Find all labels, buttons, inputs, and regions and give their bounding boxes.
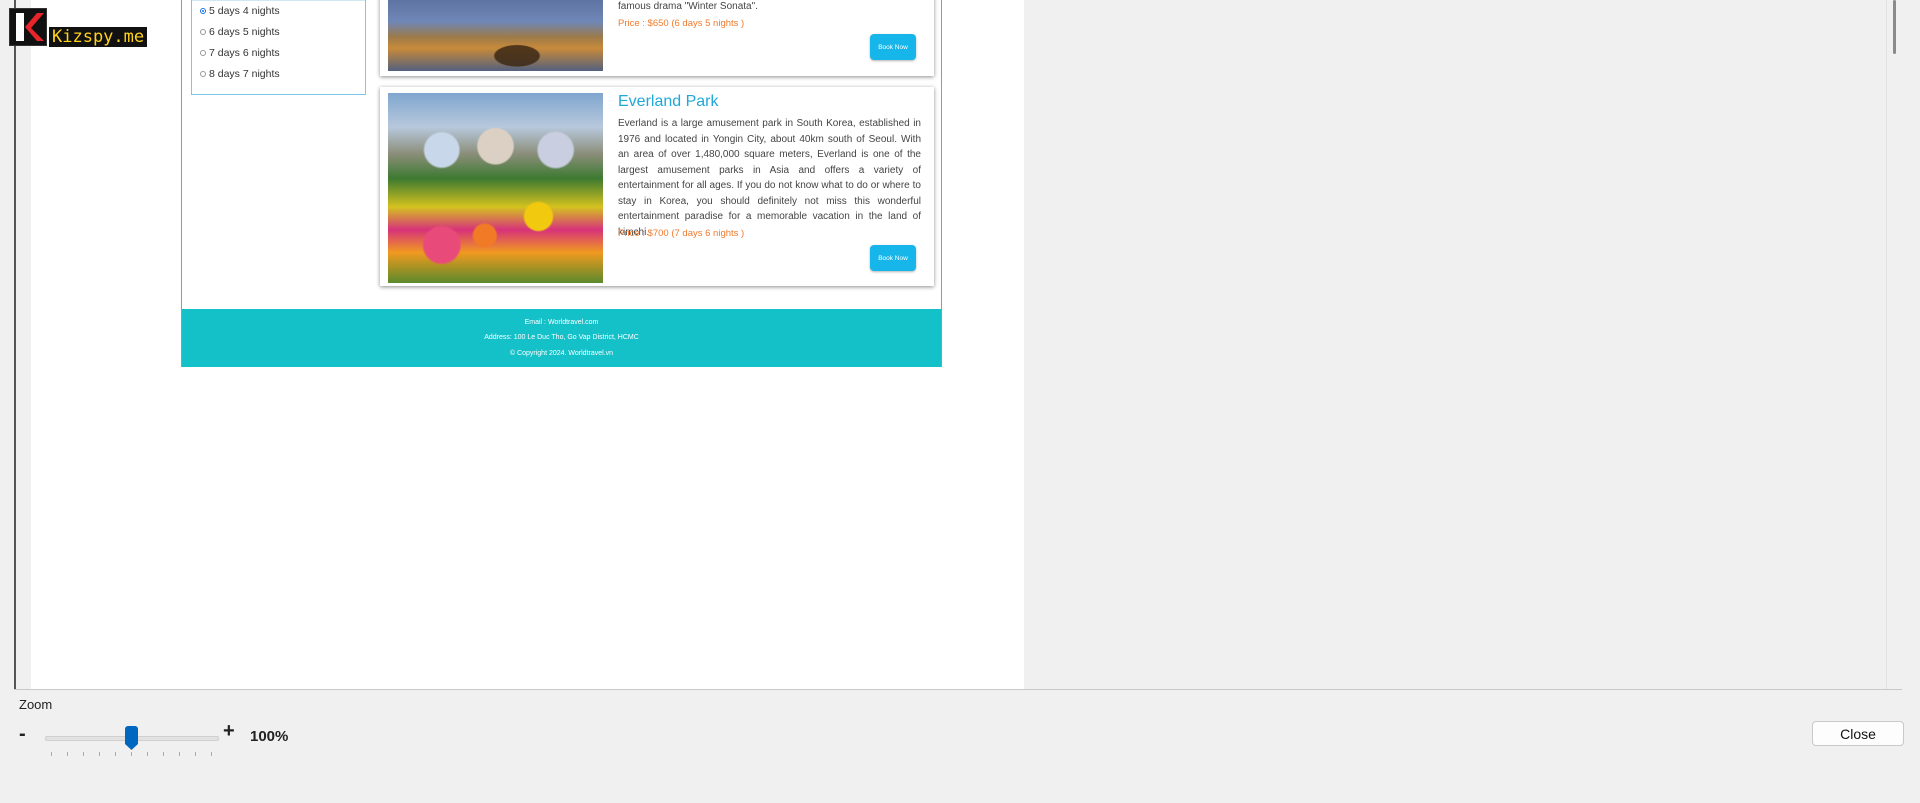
tour-title[interactable]: Everland Park (618, 93, 719, 111)
slider-tick (163, 752, 164, 756)
viewport-left-border (14, 0, 16, 690)
watermark-logo-icon (9, 8, 47, 46)
zoom-in-button[interactable]: + (223, 720, 235, 743)
webpage-preview: 5 days 4 nights 6 days 5 nights 7 days 6… (181, 0, 942, 367)
scrollbar-thumb[interactable] (1893, 0, 1896, 54)
close-button[interactable]: Close (1812, 721, 1904, 746)
tour-image (388, 0, 603, 71)
radio-selected-icon[interactable] (200, 8, 206, 14)
slider-tick (99, 752, 100, 756)
radio-icon[interactable] (200, 50, 206, 56)
radio-icon[interactable] (200, 29, 206, 35)
footer-address: Address: 100 Le Duc Tho, Go Vap District… (484, 334, 639, 341)
duration-option[interactable]: 6 days 5 nights (200, 26, 280, 38)
duration-filter: 5 days 4 nights 6 days 5 nights 7 days 6… (191, 0, 366, 95)
tour-image (388, 93, 603, 283)
slider-tick (211, 752, 212, 756)
watermark-text: Kizspy.me (49, 27, 148, 47)
book-now-button[interactable]: Book Now (870, 34, 916, 60)
duration-option[interactable]: 8 days 7 nights (200, 68, 280, 80)
zoom-slider-thumb[interactable] (125, 726, 138, 750)
slider-tick (147, 752, 148, 756)
footer-email: Email : Worldtravel.com (524, 319, 599, 326)
slider-tick (131, 752, 132, 756)
slider-tick (179, 752, 180, 756)
slider-tick (83, 752, 84, 756)
book-now-button[interactable]: Book Now (870, 245, 916, 271)
divider (14, 689, 1902, 690)
slider-tick (51, 752, 52, 756)
tour-price: Price : $700 (7 days 6 nights ) (618, 228, 745, 239)
duration-option[interactable]: 5 days 4 nights (200, 5, 280, 17)
slider-tick (195, 752, 196, 756)
tour-price: Price : $650 (6 days 5 nights ) (618, 18, 745, 29)
vertical-scrollbar[interactable] (1886, 0, 1903, 689)
tour-card: Everland Park Everland is a large amusem… (380, 87, 934, 286)
preview-viewport: 5 days 4 nights 6 days 5 nights 7 days 6… (0, 0, 1920, 690)
tour-card: famous drama "Winter Sonata". Price : $6… (380, 0, 934, 76)
zoom-value: 100% (250, 728, 289, 745)
slider-tick (67, 752, 68, 756)
zoom-out-button[interactable]: - (19, 723, 26, 746)
tour-description: Everland is a large amusement park in So… (618, 118, 921, 238)
site-footer: Email : Worldtravel.com Address: 100 Le … (182, 309, 941, 367)
tour-description: famous drama "Winter Sonata". (618, 1, 758, 12)
duration-option[interactable]: 7 days 6 nights (200, 47, 280, 59)
radio-icon[interactable] (200, 71, 206, 77)
preview-canvas: 5 days 4 nights 6 days 5 nights 7 days 6… (31, 0, 1024, 689)
zoom-label: Zoom (19, 697, 53, 712)
footer-copyright: © Copyright 2024. Worldtravel.vn (509, 350, 614, 357)
slider-tick (115, 752, 116, 756)
